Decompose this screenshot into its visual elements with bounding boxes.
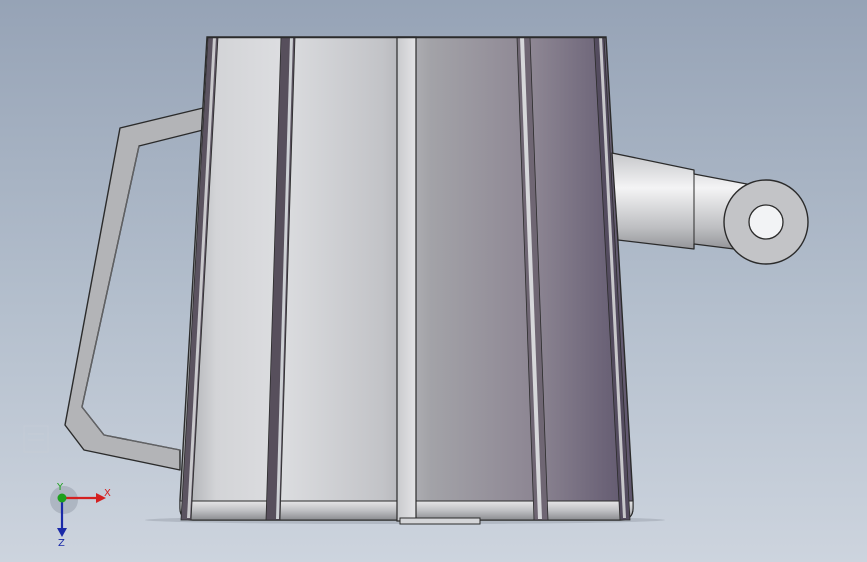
center-strap-foot [399,517,481,525]
mug-handle[interactable] [64,107,204,471]
cad-model[interactable] [0,0,867,562]
reference-triad: X Y Z [50,482,111,548]
y-axis-label: Y [56,482,64,493]
pivot-hole [748,204,784,240]
center-strap[interactable] [396,36,417,522]
z-axis-label: Z [58,538,65,548]
x-axis-label: X [104,488,111,499]
ghost-view-icon [23,425,49,453]
graphics-viewport[interactable]: X Y Z [0,0,867,562]
z-axis-arrow [57,528,67,537]
y-axis-dot [57,493,67,503]
